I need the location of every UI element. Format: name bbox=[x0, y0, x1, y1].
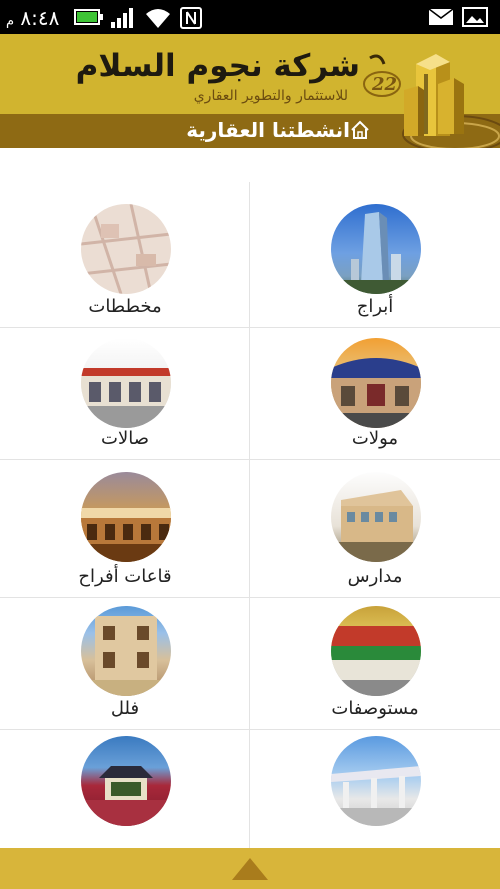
footer-bar bbox=[0, 848, 500, 889]
activity-label: أبراج bbox=[356, 296, 394, 317]
activity-label: صالات bbox=[101, 428, 149, 449]
mail-icon bbox=[428, 8, 454, 25]
status-bar: ٨:٤٨ م bbox=[0, 0, 500, 34]
signal-icon bbox=[111, 8, 133, 28]
grid-row bbox=[0, 730, 500, 850]
activity-schools[interactable]: مدارس bbox=[250, 460, 500, 597]
page-title: انشطتنا العقارية bbox=[186, 118, 350, 142]
activities-grid: أبراج مخططات مولات صالات مدارس قاعات أفر… bbox=[0, 182, 500, 850]
plans-image bbox=[81, 204, 171, 294]
activity-plans[interactable]: مخططات bbox=[0, 182, 250, 327]
gallery-icon bbox=[462, 7, 488, 27]
activity-malls[interactable]: مولات bbox=[250, 328, 500, 459]
activity-stations[interactable] bbox=[250, 730, 500, 850]
towers-image bbox=[331, 204, 421, 294]
activity-clinics[interactable]: مستوصفات bbox=[250, 598, 500, 729]
anniversary-emblem: 22 bbox=[360, 52, 402, 102]
activity-villas[interactable]: فلل bbox=[0, 598, 250, 729]
stations-image bbox=[331, 736, 421, 826]
activity-wedding-halls[interactable]: قاعات أفراح bbox=[0, 460, 250, 597]
company-logo bbox=[404, 54, 464, 136]
activity-towers[interactable]: أبراج bbox=[250, 182, 500, 327]
grid-row: مولات صالات bbox=[0, 328, 500, 460]
grid-row: أبراج مخططات bbox=[0, 182, 500, 328]
wedding-halls-image bbox=[81, 472, 171, 562]
activity-label: فلل bbox=[110, 698, 140, 719]
activity-halls[interactable]: صالات bbox=[0, 328, 250, 459]
grid-row: مدارس قاعات أفراح bbox=[0, 460, 500, 598]
activity-label: مستوصفات bbox=[331, 698, 419, 719]
activity-label: مدارس bbox=[347, 566, 403, 587]
company-tagline: للاستثمار والتطوير العقاري bbox=[193, 88, 348, 104]
resorts-image bbox=[81, 736, 171, 826]
battery-icon bbox=[74, 9, 103, 25]
malls-image bbox=[331, 338, 421, 428]
activity-resorts[interactable] bbox=[0, 730, 250, 850]
nfc-icon bbox=[180, 7, 202, 29]
halls-image bbox=[81, 338, 171, 428]
clinics-image bbox=[331, 606, 421, 696]
activity-label: قاعات أفراح bbox=[78, 566, 172, 587]
grid-row: مستوصفات فلل bbox=[0, 598, 500, 730]
activity-label: مولات bbox=[351, 428, 399, 449]
schools-image bbox=[331, 472, 421, 562]
up-arrow-icon[interactable] bbox=[232, 858, 268, 880]
company-name: شركة نجوم السلام bbox=[75, 48, 360, 84]
wifi-icon bbox=[146, 9, 170, 28]
villas-image bbox=[81, 606, 171, 696]
activity-label: مخططات bbox=[88, 296, 162, 317]
clock: ٨:٤٨ م bbox=[6, 6, 60, 30]
home-icon[interactable] bbox=[350, 120, 370, 140]
